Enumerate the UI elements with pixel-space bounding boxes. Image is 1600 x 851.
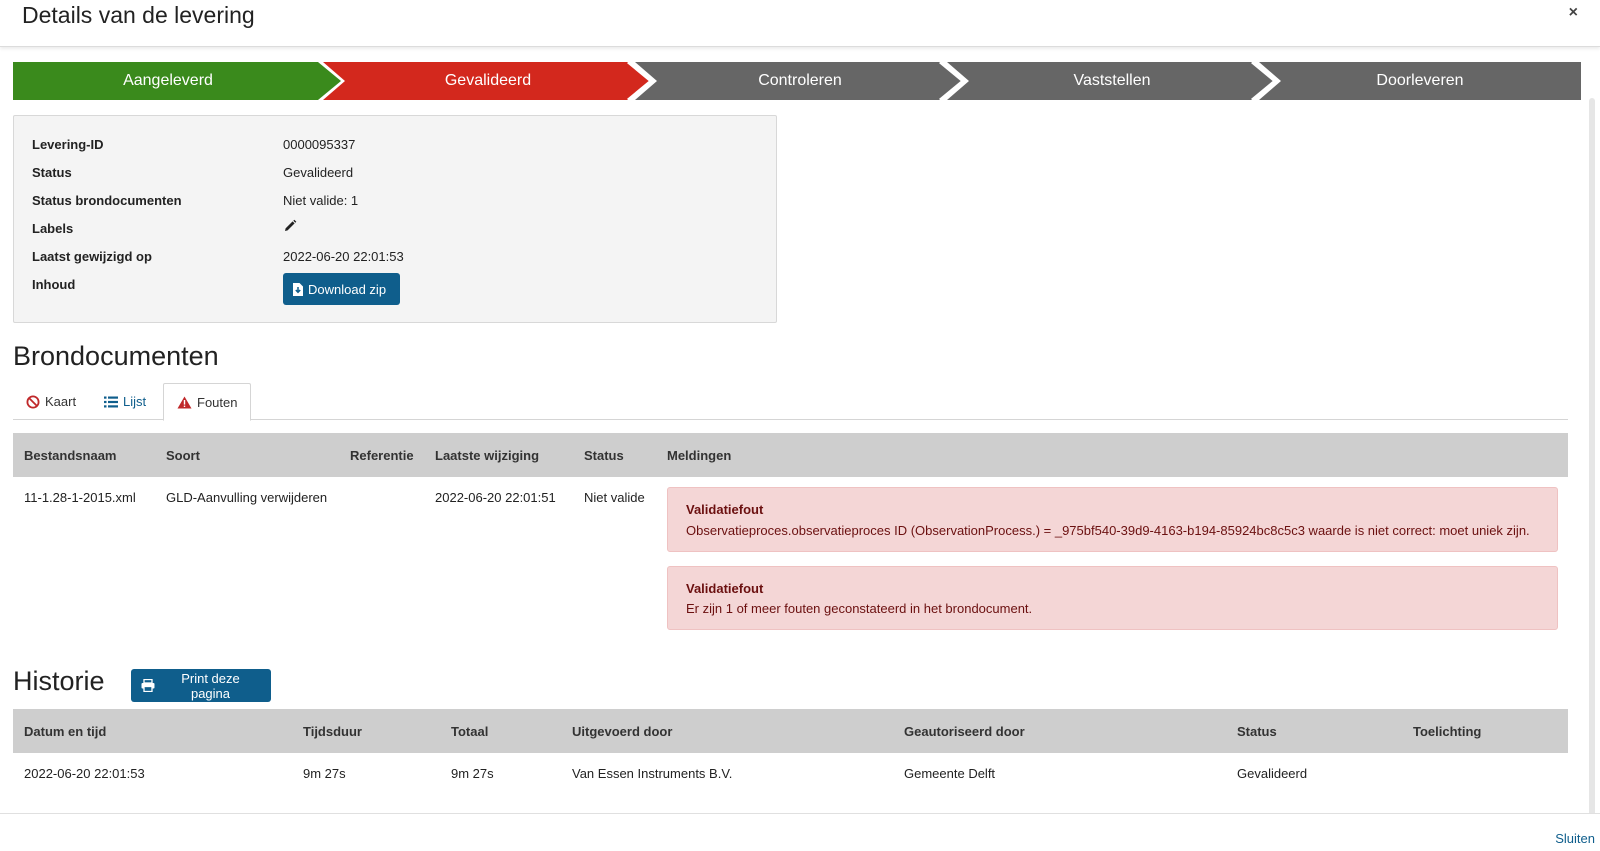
validation-alert: Validatiefout Observatieproces.observati…: [667, 487, 1558, 552]
step-label: Aangeleverd: [123, 72, 213, 89]
status-label: Status: [32, 165, 72, 180]
laatst-gewijzigd-label: Laatst gewijzigd op: [32, 249, 152, 264]
soort-cell: GLD-Aanvulling verwijderen: [166, 490, 328, 505]
validation-alert: Validatiefout Er zijn 1 of meer fouten g…: [667, 566, 1558, 630]
alert-message: Observatieproces.observatieproces ID (Ob…: [686, 523, 1530, 538]
tab-kaart[interactable]: Kaart: [13, 383, 89, 420]
laatst-gewijzigd-value: 2022-06-20 22:01:53: [283, 249, 404, 264]
list-icon: [104, 396, 118, 407]
print-button[interactable]: Print deze pagina: [131, 669, 271, 702]
column-header[interactable]: Soort: [166, 433, 200, 477]
levering-id-value: 0000095337: [283, 137, 356, 152]
column-header[interactable]: Status: [1237, 709, 1277, 753]
levering-info-panel: Levering-ID 0000095337 Status Gevalideer…: [13, 115, 777, 323]
status-cell: Niet valide: [584, 490, 645, 505]
close-icon[interactable]: ×: [1569, 4, 1578, 22]
column-header[interactable]: Laatste wijziging: [435, 433, 539, 477]
file-download-icon: [293, 282, 303, 296]
step-doorleveren: Doorleveren: [1259, 62, 1581, 100]
step-label: Doorleveren: [1376, 72, 1464, 89]
alert-title: Validatiefout: [686, 502, 764, 517]
tijdsduur-cell: 9m 27s: [303, 766, 346, 781]
column-header[interactable]: Datum en tijd: [24, 709, 106, 753]
download-zip-label: Download zip: [308, 281, 387, 297]
step-vaststellen: Vaststellen: [947, 62, 1277, 100]
geautoriseerd-cell: Gemeente Delft: [904, 766, 996, 781]
labels-label: Labels: [32, 221, 74, 236]
modal-body: Aangeleverd Gevalideerd Controleren Vast…: [0, 48, 1600, 813]
brondocumenten-table-header: Bestandsnaam Soort Referentie Laatste wi…: [13, 433, 1568, 477]
historie-heading: Historie: [13, 666, 105, 696]
alert-message: Er zijn 1 of meer fouten geconstateerd i…: [686, 601, 1033, 616]
datum-cell: 2022-06-20 22:01:53: [24, 766, 145, 781]
tab-lijst-label: Lijst: [123, 394, 147, 409]
column-header[interactable]: Toelichting: [1413, 709, 1481, 753]
tab-fouten[interactable]: Fouten: [163, 383, 252, 421]
column-header[interactable]: Bestandsnaam: [24, 433, 116, 477]
column-header[interactable]: Tijdsduur: [303, 709, 362, 753]
tab-fouten-label: Fouten: [197, 394, 238, 410]
uitgevoerd-cell: Van Essen Instruments B.V.: [572, 766, 733, 781]
column-header[interactable]: Referentie: [350, 433, 414, 477]
print-button-label: Print deze pagina: [181, 670, 240, 701]
column-header[interactable]: Meldingen: [667, 433, 731, 477]
modal-footer: Sluiten: [0, 813, 1600, 851]
laatste-wijziging-cell: 2022-06-20 22:01:51: [435, 490, 556, 505]
brondocumenten-tabs: Kaart Lijst Fouten: [13, 383, 1568, 421]
status-cell: Gevalideerd: [1237, 766, 1308, 781]
step-label: Gevalideerd: [444, 72, 532, 89]
ban-icon: [26, 395, 40, 408]
status-value: Gevalideerd: [283, 165, 354, 180]
brondocumenten-heading: Brondocumenten: [13, 341, 219, 371]
inhoud-label: Inhoud: [32, 277, 76, 292]
tab-kaart-label: Kaart: [45, 394, 77, 409]
historie-table-header: Datum en tijd Tijdsduur Totaal Uitgevoer…: [13, 709, 1568, 753]
modal-header: Details van de levering ×: [0, 0, 1600, 47]
column-header[interactable]: Geautoriseerd door: [904, 709, 1025, 753]
column-header[interactable]: Uitgevoerd door: [572, 709, 672, 753]
modal-title: Details van de levering: [22, 2, 255, 28]
step-controleren: Controleren: [635, 62, 965, 100]
alert-title: Validatiefout: [686, 581, 764, 596]
column-header[interactable]: Status: [584, 433, 624, 477]
warning-icon: [177, 396, 192, 408]
step-label: Controleren: [758, 72, 842, 89]
bestandsnaam-cell: 11-1.28-1-2015.xml: [24, 490, 136, 505]
column-header[interactable]: Totaal: [451, 709, 488, 753]
levering-id-label: Levering-ID: [32, 137, 104, 152]
scrollbar-thumb[interactable]: [1589, 98, 1595, 813]
step-label: Vaststellen: [1073, 72, 1151, 89]
totaal-cell: 9m 27s: [451, 766, 494, 781]
print-icon: [141, 679, 155, 692]
download-zip-button[interactable]: Download zip: [283, 273, 400, 305]
pencil-icon[interactable]: [283, 219, 297, 236]
status-brondocumenten-label: Status brondocumenten: [32, 193, 182, 208]
progress-steps: Aangeleverd Gevalideerd Controleren Vast…: [13, 62, 1581, 100]
scrollbar[interactable]: [1589, 98, 1598, 813]
tab-lijst[interactable]: Lijst: [91, 383, 159, 420]
step-aangeleverd: Aangeleverd: [13, 62, 343, 100]
status-brondocumenten-value: Niet valide: 1: [283, 193, 359, 208]
step-gevalideerd: Gevalideerd: [323, 62, 653, 100]
sluiten-link[interactable]: Sluiten: [1555, 831, 1595, 846]
